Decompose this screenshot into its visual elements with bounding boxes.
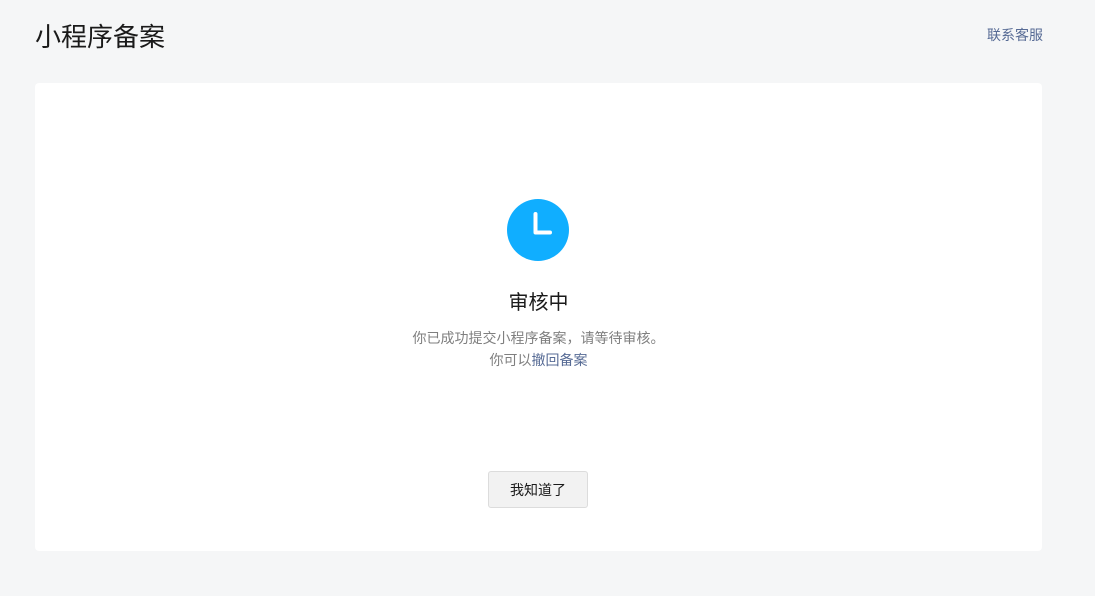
withdraw-filing-link[interactable]: 撤回备案 (532, 353, 588, 369)
page-title: 小程序备案 (35, 23, 166, 53)
status-title: 审核中 (508, 290, 569, 314)
page: 小程序备案 联系客服 审核中 你已成功提交小程序备案，请等待审核。 你可以撤回备… (0, 0, 1095, 596)
withdraw-prefix: 你可以 (489, 353, 532, 369)
contact-support-link[interactable]: 联系客服 (987, 26, 1043, 46)
status-message: 你已成功提交小程序备案，请等待审核。 (412, 331, 665, 347)
status-description: 你已成功提交小程序备案，请等待审核。 你可以撤回备案 (35, 328, 1042, 372)
status-card: 审核中 你已成功提交小程序备案，请等待审核。 你可以撤回备案 我知道了 (35, 83, 1042, 551)
clock-icon (507, 199, 569, 261)
withdraw-line: 你可以撤回备案 (35, 350, 1042, 372)
acknowledge-button[interactable]: 我知道了 (488, 471, 588, 508)
